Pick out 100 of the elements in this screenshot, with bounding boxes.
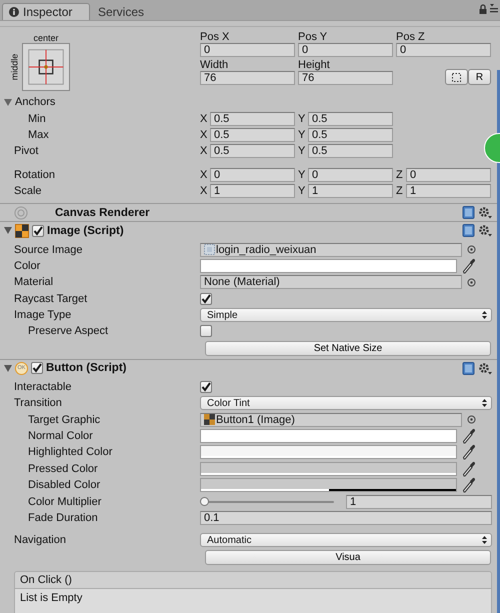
number-field[interactable]: 1 <box>308 184 393 198</box>
object-field[interactable]: login_radio_weixuan <box>200 242 462 257</box>
updown-arrow-icon <box>482 536 487 544</box>
color-field[interactable] <box>200 462 457 476</box>
help-icon[interactable] <box>462 224 475 238</box>
property-label: Fade Duration <box>27 512 99 524</box>
fold-arrow-icon[interactable] <box>4 98 12 106</box>
property-label: Scale <box>13 185 43 198</box>
eyedropper-icon[interactable] <box>462 444 476 460</box>
menu-icon[interactable] <box>490 4 498 14</box>
gear-icon[interactable] <box>478 224 492 238</box>
property-label: Pressed Color <box>27 462 99 475</box>
axis-label: X <box>200 112 208 125</box>
property-label: Anchors <box>15 96 56 108</box>
checkbox[interactable] <box>200 325 212 338</box>
anchor-preset-icon[interactable] <box>22 43 70 91</box>
axis-label: X <box>200 128 208 141</box>
color-field[interactable] <box>200 445 457 460</box>
dashed-square-icon <box>452 72 461 82</box>
fold-arrow-icon[interactable] <box>4 227 12 234</box>
event-list: List is Empty <box>15 588 491 613</box>
sprite-icon <box>204 244 215 256</box>
axis-label: X <box>200 185 208 198</box>
number-field[interactable]: 0 <box>396 43 491 57</box>
fold-arrow-icon[interactable] <box>4 364 12 372</box>
number-field[interactable]: 76 <box>298 71 393 85</box>
property-label: Min <box>27 112 47 125</box>
target-icon[interactable] <box>467 415 476 424</box>
scrollbar[interactable] <box>497 70 500 613</box>
target-icon[interactable] <box>467 278 476 287</box>
eyedropper-icon[interactable] <box>462 477 476 494</box>
number-field[interactable]: 0 <box>200 43 295 57</box>
number-field[interactable]: 0.5 <box>308 128 393 142</box>
axis-label: X <box>200 168 208 181</box>
axis-label: Z <box>396 185 404 198</box>
property-label: Raycast Target <box>13 292 88 305</box>
tab[interactable]: Services <box>90 4 154 20</box>
component-title: Button (Script) <box>46 362 126 374</box>
number-field[interactable]: 0.1 <box>200 511 492 525</box>
eyedropper-icon[interactable] <box>462 428 476 444</box>
number-field[interactable]: 1 <box>406 184 491 198</box>
property-label: Source Image <box>13 244 84 256</box>
dropdown[interactable]: Color Tint <box>200 396 492 410</box>
number-field[interactable]: 0 <box>406 168 491 182</box>
eyedropper-icon[interactable] <box>462 258 476 274</box>
blueprint-mode-button[interactable] <box>445 69 468 85</box>
color-field[interactable] <box>200 478 457 492</box>
gear-icon[interactable] <box>478 362 492 375</box>
dropdown[interactable]: Simple <box>200 308 492 322</box>
property-label: Navigation <box>13 534 67 546</box>
event-header: On Click () <box>15 572 491 589</box>
gear-icon[interactable] <box>478 206 492 220</box>
raw-edit-button[interactable]: R <box>468 69 491 85</box>
checkbox[interactable] <box>32 224 44 237</box>
target-icon[interactable] <box>467 245 476 254</box>
number-field[interactable]: 0.5 <box>308 144 393 158</box>
axis-label: Y <box>298 112 306 125</box>
number-field[interactable]: 0.5 <box>210 128 295 142</box>
object-field[interactable]: Button1 (Image) <box>200 412 462 427</box>
property-label: Disabled Color <box>27 479 102 492</box>
property-label: Interactable <box>13 380 72 393</box>
color-field[interactable] <box>200 258 457 273</box>
image-icon <box>15 224 29 238</box>
property-label: Material <box>13 276 54 288</box>
help-icon[interactable] <box>462 362 475 375</box>
number-field[interactable]: 0.5 <box>308 112 393 126</box>
checkbox[interactable] <box>200 380 212 393</box>
checkbox[interactable] <box>31 362 43 374</box>
tab[interactable]: Inspector <box>2 3 90 20</box>
number-field[interactable]: 0 <box>308 168 393 182</box>
help-icon[interactable] <box>462 206 475 220</box>
property-label: Color <box>13 260 42 272</box>
action-button[interactable]: Visua <box>205 550 491 565</box>
property-label: Transition <box>13 397 63 410</box>
field-label: Pos Y <box>298 30 328 43</box>
dropdown[interactable]: Automatic <box>200 533 492 548</box>
color-field[interactable] <box>200 429 457 444</box>
field-label: Width <box>200 58 230 71</box>
number-field[interactable]: 1 <box>210 184 295 198</box>
action-button[interactable]: Set Native Size <box>205 340 491 356</box>
field-label: Pos Z <box>396 30 426 43</box>
number-field[interactable]: 1 <box>346 494 492 509</box>
anchor-label: middle <box>9 54 19 80</box>
field-label: Pos X <box>200 30 230 43</box>
lock-icon[interactable] <box>479 4 487 14</box>
property-label: Target Graphic <box>27 414 102 426</box>
object-field[interactable]: None (Material) <box>200 275 462 290</box>
number-field[interactable]: 76 <box>200 71 295 85</box>
number-field[interactable]: 0.5 <box>210 144 295 158</box>
number-field[interactable]: 0 <box>210 168 295 182</box>
updown-arrow-icon <box>482 399 487 408</box>
property-label: Preserve Aspect <box>27 325 110 338</box>
axis-label: Y <box>298 168 306 181</box>
axis-label: Y <box>298 185 306 198</box>
number-field[interactable]: 0 <box>298 43 393 57</box>
number-field[interactable]: 0.5 <box>210 112 295 126</box>
anchor-label: center <box>32 33 60 43</box>
eyedropper-icon[interactable] <box>462 460 476 477</box>
axis-label: Y <box>298 128 306 141</box>
checkbox[interactable] <box>200 292 212 305</box>
